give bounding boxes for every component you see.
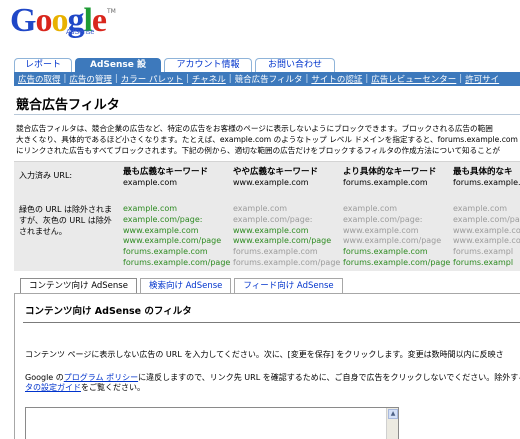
url-item-excluded: example.com/page: <box>123 214 203 224</box>
program-policy-link[interactable]: プログラム ポリシー <box>64 373 138 382</box>
policy-prefix: Google の <box>25 373 64 382</box>
tab-reports[interactable]: レポート <box>14 58 72 72</box>
tab-account-info[interactable]: アカウント情報 <box>164 58 252 72</box>
textarea-scrollbar[interactable]: ▲ <box>386 408 398 439</box>
subnav-separator: | <box>365 74 369 84</box>
url-item-not-excluded: www.example.com <box>343 225 419 235</box>
subnav-ad-review-center[interactable]: 広告レビューセンター <box>371 73 456 85</box>
column-sample-url: forums.example.c <box>453 178 520 187</box>
url-item-not-excluded: forums.example.com <box>233 247 318 257</box>
url-list: example.com example.com/page: www.exampl… <box>123 204 230 269</box>
subnav-separator: | <box>228 74 232 84</box>
url-item-excluded: www.example.com/page <box>123 236 222 246</box>
tab-adsense-for-feeds[interactable]: フィード向け AdSense <box>234 278 343 293</box>
policy-text: に違反しますので、リンク先 URL を確認するために、ご自身で広告をクリックしな… <box>138 373 520 382</box>
logo-subtitle: AdSense <box>66 29 95 36</box>
url-item-excluded: example.com <box>123 204 178 213</box>
url-list: example.com example.com/pag www.example.… <box>453 204 520 269</box>
page-title: 競合広告フィルタ <box>16 98 120 113</box>
url-list: example.com example.com/page: www.exampl… <box>343 204 450 269</box>
url-item-not-excluded: example.com <box>453 204 508 213</box>
filter-tabs: コンテンツ向け AdSense 検索向け AdSense フィード向け AdSe… <box>20 278 346 293</box>
logo-trademark: TM <box>107 8 116 15</box>
url-item-excluded: forums.example.com/page <box>343 257 451 267</box>
example-column-broad: やや広義なキーワード www.example.com example.com e… <box>233 167 345 267</box>
url-item-excluded: forums.example.com/page <box>123 257 231 267</box>
tab-contact[interactable]: お問い合わせ <box>255 58 335 72</box>
subnav-competitive-ad-filter: 競合広告フィルタ <box>234 75 303 85</box>
subnav-manage-ads[interactable]: 広告の管理 <box>69 73 112 85</box>
url-item-not-excluded: www.example.com/page <box>343 236 442 246</box>
content-filter-panel: コンテンツ向け AdSense のフィルタ コンテンツ ページに表示しない広告の… <box>14 293 520 439</box>
blocked-urls-textarea[interactable]: ▲ <box>25 407 399 439</box>
policy-notice: Google のプログラム ポリシーに違反しますので、リンク先 URL を確認す… <box>25 373 520 393</box>
example-column-specific: より具体的なキーワード forums.example.com example.c… <box>343 167 455 267</box>
url-item-not-excluded: example.com/page: <box>233 214 313 224</box>
url-item-excluded: forums.example.com <box>123 247 208 257</box>
sub-navigation: 広告の取得 | 広告の管理 | カラー パレット | チャネル | 競合広告フィ… <box>14 72 520 86</box>
subnav-separator: | <box>185 74 189 84</box>
input-url-label: 入力済み URL: <box>19 171 73 180</box>
url-item-not-excluded: forums.exampl <box>453 247 514 257</box>
main-tabs: レポート AdSense 設定 アカウント情報 お問い合わせ <box>14 58 338 83</box>
column-header: 最も具体的なキ <box>453 167 513 177</box>
subnav-channels[interactable]: チャネル <box>192 73 226 85</box>
filter-example-table: 入力済み URL: 緑色の URL は除外されますが、灰色の URL は除外され… <box>14 161 520 271</box>
tab-adsense-settings[interactable]: AdSense 設定 <box>75 58 161 83</box>
url-item-not-excluded: www.example.co <box>453 225 520 235</box>
url-item-not-excluded: www.example.co <box>453 236 520 246</box>
subnav-site-authentication[interactable]: サイトの認証 <box>311 73 362 85</box>
filter-description: 競合広告フィルタは、競合企業の広告など、特定の広告をお客様のページに表示しないよ… <box>16 123 520 156</box>
url-list: example.com example.com/page: www.exampl… <box>233 204 340 269</box>
subnav-color-palettes[interactable]: カラー パレット <box>121 73 183 85</box>
column-header: より具体的なキーワード <box>343 167 437 177</box>
tab-adsense-for-content[interactable]: コンテンツ向け AdSense <box>20 278 137 293</box>
url-item-not-excluded: example.com/page: <box>343 214 423 224</box>
policy-end-text: をご覧ください。 <box>81 383 145 392</box>
url-item-not-excluded: example.com <box>343 204 398 213</box>
filter-setup-guide-link[interactable]: タの設定ガイド <box>25 383 81 392</box>
column-sample-url: www.example.com <box>233 178 309 187</box>
scroll-up-arrow-icon[interactable]: ▲ <box>388 409 398 419</box>
subnav-separator: | <box>305 74 309 84</box>
url-item-not-excluded: example.com/pag <box>453 214 520 224</box>
column-header: 最も広義なキーワード <box>123 167 209 177</box>
url-item-excluded: www.example.com <box>123 225 199 235</box>
subnav-get-ads[interactable]: 広告の取得 <box>18 73 61 85</box>
url-item-excluded: forums.exampl <box>453 257 514 267</box>
column-sample-url: example.com <box>123 178 178 187</box>
color-legend-note: 緑色の URL は除外されますが、灰色の URL は除外されません。 <box>19 205 112 236</box>
panel-title: コンテンツ向け AdSense のフィルタ <box>25 306 192 317</box>
google-adsense-logo[interactable]: Google AdSense TM <box>10 2 116 44</box>
panel-divider <box>23 322 520 323</box>
url-item-not-excluded: example.com <box>233 204 288 213</box>
url-item-excluded: forums.example.com <box>343 247 428 257</box>
subnav-separator: | <box>114 74 118 84</box>
example-column-broadest: 最も広義なキーワード example.com example.com examp… <box>123 167 235 267</box>
url-item-excluded: www.example.com <box>233 225 309 235</box>
description-line: にリンクされた広告もすべてブロックされます。下記の例から、適切な範囲の広告だけを… <box>16 146 501 155</box>
column-header: やや広義なキーワード <box>233 167 319 177</box>
subnav-separator: | <box>459 74 463 84</box>
column-sample-url: forums.example.com <box>343 178 428 187</box>
logo-wordmark: Google <box>10 2 107 39</box>
example-column-most-specific: 最も具体的なキ forums.example.c example.com exa… <box>453 167 520 267</box>
description-line: 競合広告フィルタは、競合企業の広告など、特定の広告をお客様のページに表示しないよ… <box>16 124 493 133</box>
subnav-separator: | <box>63 74 67 84</box>
title-divider <box>14 114 520 115</box>
instructions-text: コンテンツ ページに表示しない広告の URL を入力してください。次に、[変更を… <box>25 350 504 359</box>
description-line: 大きくなり、具体的であるほど小さくなります。たとえば、example.com の… <box>16 135 518 144</box>
url-item-not-excluded: forums.example.com/page <box>233 257 341 267</box>
url-item-excluded: www.example.com/page <box>233 236 332 246</box>
subnav-allowed-sites[interactable]: 許可サイ <box>465 73 499 85</box>
tab-adsense-for-search[interactable]: 検索向け AdSense <box>139 278 232 293</box>
